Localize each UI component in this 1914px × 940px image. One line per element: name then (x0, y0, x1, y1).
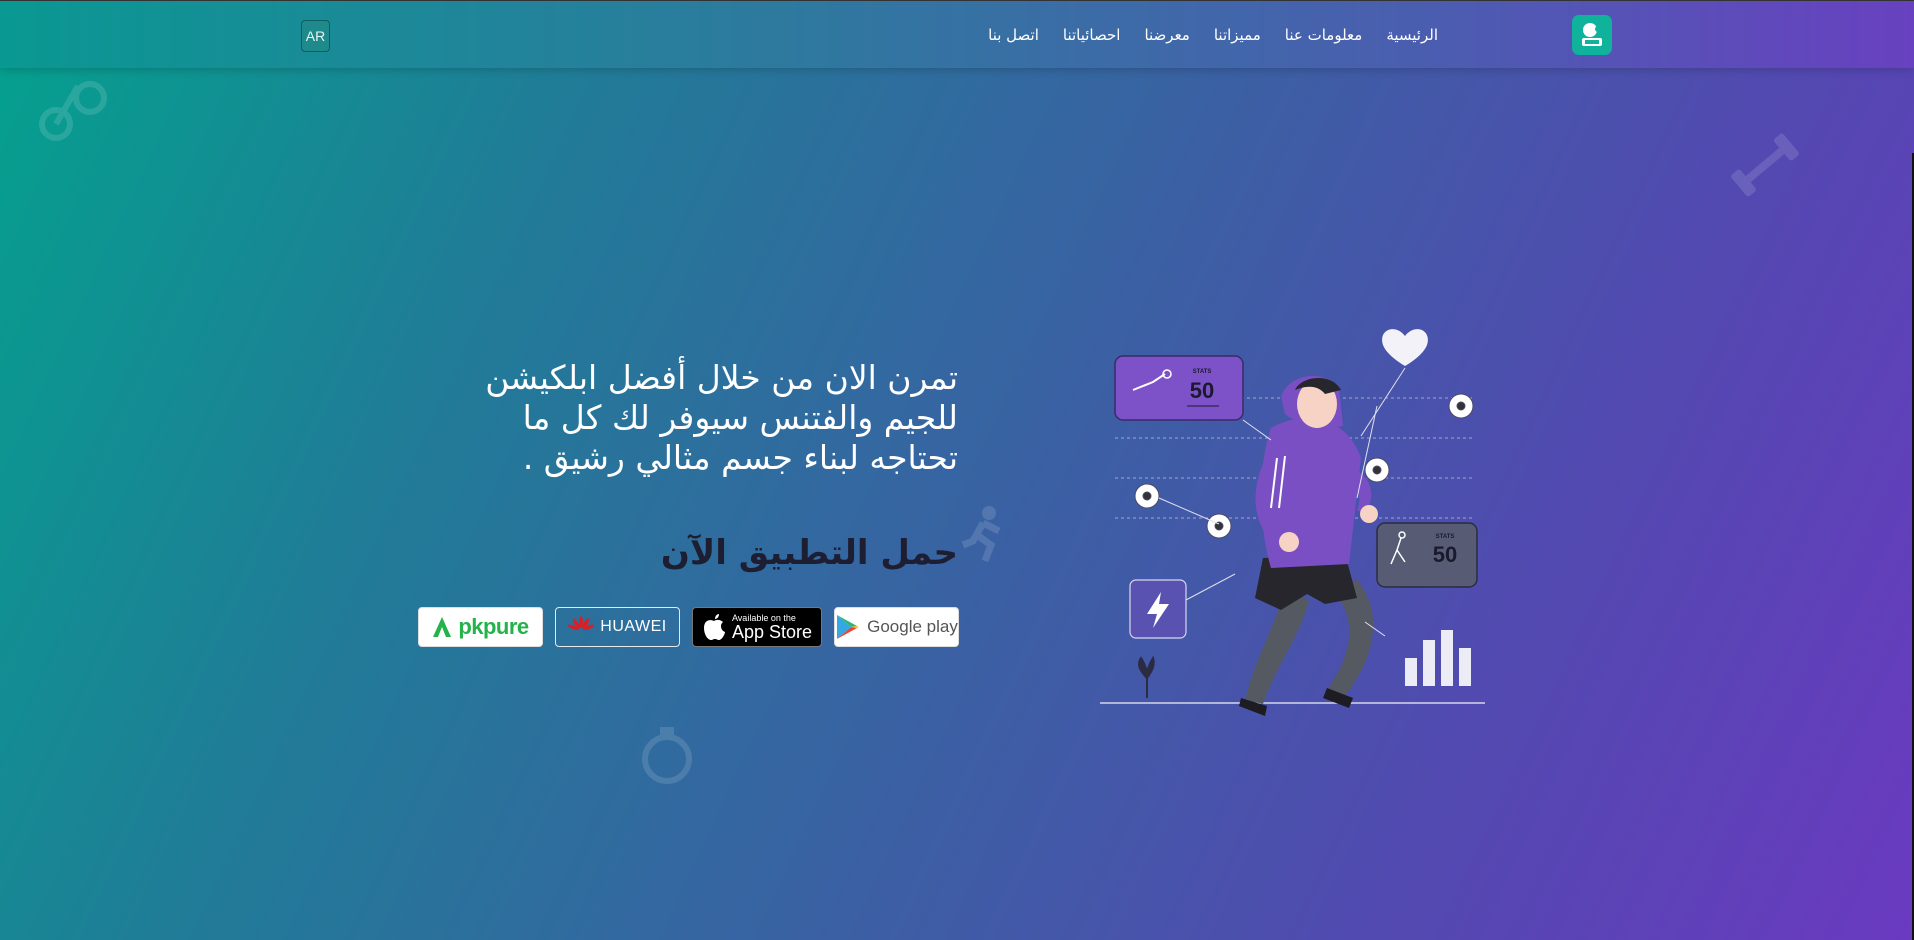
stopwatch-icon (642, 727, 692, 784)
huawei-appgallery-button[interactable]: HUAWEI (555, 607, 680, 647)
nav-link-contact[interactable]: اتصل بنا (988, 26, 1039, 44)
navbar: الرئيسية معلومات عنا مميزاتنا معرضنا احص… (0, 0, 1914, 68)
bar-chart-icon (1405, 630, 1471, 686)
apkpure-button[interactable]: pkpure (418, 607, 543, 647)
app-store-label: App Store (731, 622, 813, 642)
app-store-button[interactable]: Available on the App Store (692, 607, 822, 647)
runner-illustration: STATS 50 STATS 50 (1100, 329, 1485, 716)
app-logo-icon[interactable] (1572, 15, 1612, 55)
apple-icon (703, 614, 725, 640)
stats-bottom-label: STATS (1436, 534, 1455, 540)
huawei-label: HUAWEI (600, 618, 667, 635)
nav-link-home[interactable]: الرئيسية (1386, 26, 1438, 44)
nav-link-statistics[interactable]: احصائياتنا (1063, 26, 1121, 44)
stats-card-bottom (1376, 522, 1478, 588)
download-title: حمل التطبيق الآن (660, 533, 958, 573)
stats-top-label: STATS (1193, 369, 1212, 375)
runner-icon (961, 506, 1001, 563)
google-play-button[interactable]: Google play (834, 607, 959, 647)
heart-icon (1382, 329, 1428, 366)
bicycle-icon (39, 81, 107, 141)
nav-link-features[interactable]: مميزاتنا (1214, 26, 1261, 44)
nav-link-gallery[interactable]: معرضنا (1144, 26, 1189, 44)
dumbbell-icon (1731, 133, 1799, 197)
stats-bottom-value: 50 (1433, 542, 1457, 567)
hero-headline: تمرن الان من خلال أفضل ابلكيشن للجيم وال… (485, 358, 958, 477)
huawei-icon (568, 616, 595, 631)
apkpure-label: pkpure (458, 614, 529, 639)
stats-top-value: 50 (1190, 378, 1214, 403)
apkpure-icon (433, 617, 452, 637)
stats-card-top (1114, 355, 1244, 421)
google-play-label: Google play (867, 617, 958, 636)
nav-link-about[interactable]: معلومات عنا (1285, 26, 1363, 44)
language-button[interactable]: AR (301, 20, 330, 52)
nav-links: الرئيسية معلومات عنا مميزاتنا معرضنا احص… (988, 1, 1438, 69)
google-play-icon (837, 615, 860, 639)
